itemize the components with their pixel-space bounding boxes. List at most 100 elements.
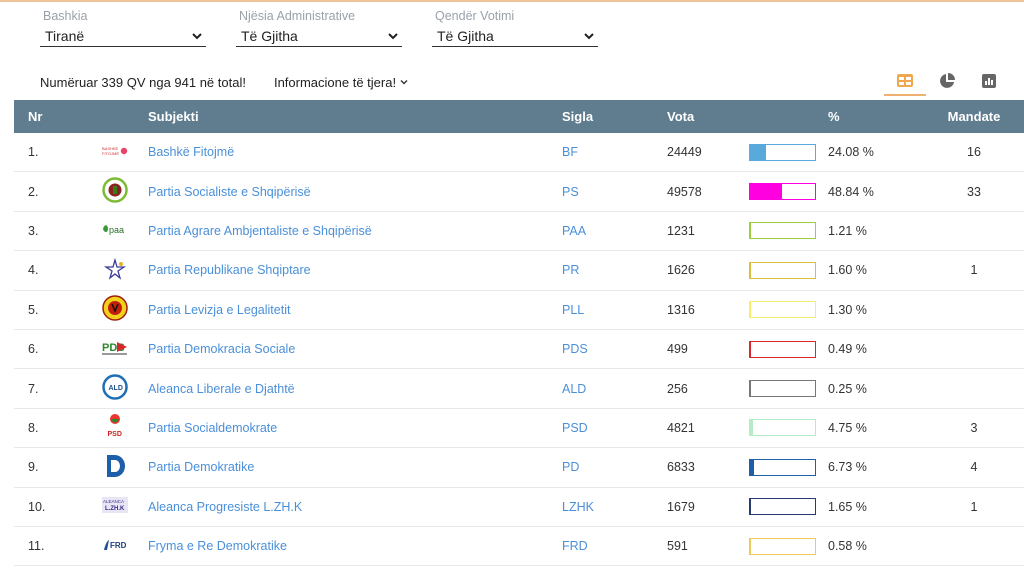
vote-share-fill <box>750 499 752 515</box>
party-logo-icon <box>103 257 127 280</box>
party-name-link[interactable]: Partia Republikane Shqiptare <box>148 263 562 277</box>
vote-percent: 1.60 % <box>828 263 867 278</box>
vote-share-bar <box>749 183 816 201</box>
pie-chart-icon <box>940 73 955 88</box>
vote-percent: 0.25 % <box>828 381 867 396</box>
party-sigla-link[interactable]: PS <box>562 185 667 199</box>
party-sigla-link[interactable]: ALD <box>562 382 667 396</box>
party-logo-icon <box>107 454 125 477</box>
table-row: 10. ALEANCA L.ZH.K Aleanca Progresiste L.… <box>14 488 1024 527</box>
filter-qender: Qendër Votimi Të Gjitha <box>432 8 598 47</box>
party-sigla-link[interactable]: PD <box>562 460 667 474</box>
party-logo-icon: ALD <box>102 374 128 400</box>
row-number: 8. <box>28 420 39 435</box>
vote-share-bar <box>749 458 816 476</box>
chevron-down-icon <box>192 32 202 39</box>
pie-view-button[interactable] <box>926 66 968 96</box>
table-row: 8. PSD Partia Socialdemokrate PSD 4821 4… <box>14 409 1024 449</box>
row-number: 10. <box>28 499 46 514</box>
chevron-down-icon <box>388 32 398 39</box>
party-name-link[interactable]: Aleanca Progresiste L.ZH.K <box>148 500 562 514</box>
view-switcher <box>884 66 1010 96</box>
party-sigla-link[interactable]: PSD <box>562 421 667 435</box>
filter-bar: Bashkia Tiranë Njësia Administrative Të … <box>40 8 598 47</box>
bar-chart-icon <box>982 74 996 88</box>
row-number: 7. <box>28 381 39 396</box>
bashkia-select[interactable]: Tiranë <box>40 25 206 47</box>
party-name-link[interactable]: Partia Socialiste e Shqipërisë <box>148 185 562 199</box>
party-sigla-link[interactable]: FRD <box>562 539 667 553</box>
vote-share-bar-cell <box>749 419 828 437</box>
vote-count: 6833 <box>667 460 695 475</box>
filter-label: Njësia Administrative <box>239 9 356 23</box>
vote-share-fill <box>750 459 755 475</box>
party-sigla-link[interactable]: PDS <box>562 342 667 356</box>
vote-count: 591 <box>667 539 688 554</box>
mandate-count: 4 <box>970 460 978 475</box>
vote-share-bar-cell <box>749 380 828 398</box>
party-logo <box>82 295 148 324</box>
vote-share-bar <box>749 340 816 358</box>
header-sigla: Sigla <box>562 109 594 124</box>
party-name-link[interactable]: Aleanca Liberale e Djathtë <box>148 382 562 396</box>
table-row: 4. Partia Republikane Shqiptare PR 1626 … <box>14 251 1024 291</box>
vote-share-bar <box>749 301 816 319</box>
bar-view-button[interactable] <box>968 66 1010 96</box>
vote-share-bar-cell <box>749 458 828 476</box>
party-name-link[interactable]: Fryma e Re Demokratike <box>148 539 562 553</box>
vote-share-bar-cell <box>749 143 828 161</box>
vote-share-bar <box>749 222 816 240</box>
party-logo: PSD <box>82 412 148 443</box>
info-bar: Numëruar 339 QV nga 941 në total! Inform… <box>40 72 1010 96</box>
njesia-select[interactable]: Të Gjitha <box>236 25 402 47</box>
vote-share-bar <box>749 380 816 398</box>
vote-share-bar <box>749 143 816 161</box>
vote-percent: 1.65 % <box>828 499 867 514</box>
more-info-dropdown[interactable]: Informacione të tjera! <box>274 75 408 90</box>
party-logo <box>82 453 148 482</box>
party-logo: paa <box>82 222 148 239</box>
vote-share-bar <box>749 419 816 437</box>
party-name-link[interactable]: Partia Agrare Ambjentaliste e Shqipërisë <box>148 224 562 238</box>
party-name-link[interactable]: Partia Demokratike <box>148 460 562 474</box>
party-logo <box>82 177 148 206</box>
qender-select[interactable]: Të Gjitha <box>432 25 598 47</box>
vote-percent: 1.30 % <box>828 302 867 317</box>
row-number: 2. <box>28 184 39 199</box>
party-sigla-link[interactable]: LZHK <box>562 500 667 514</box>
counted-status: Numëruar 339 QV nga 941 në total! <box>40 74 246 90</box>
party-sigla-link[interactable]: PLL <box>562 303 667 317</box>
vote-share-bar-cell <box>749 261 828 279</box>
vote-count: 24449 <box>667 145 702 160</box>
table-body: 1. BASHKË FITOJMË Bashkë Fitojmë BF 24449… <box>14 133 1024 567</box>
header-mandate: Mandate <box>947 109 1001 124</box>
party-sigla-link[interactable]: PAA <box>562 224 667 238</box>
party-name-link[interactable]: Partia Socialdemokrate <box>148 421 562 435</box>
filter-bashkia: Bashkia Tiranë <box>40 8 206 47</box>
vote-percent: 4.75 % <box>828 420 867 435</box>
vote-count: 1626 <box>667 263 695 278</box>
table-row: 1. BASHKË FITOJMË Bashkë Fitojmë BF 24449… <box>14 133 1024 173</box>
party-name-link[interactable]: Bashkë Fitojmë <box>148 145 562 159</box>
party-logo: ALEANCA L.ZH.K <box>82 495 148 518</box>
chevron-down-icon <box>584 32 594 39</box>
vote-count: 256 <box>667 381 688 396</box>
party-logo-icon: PDS <box>102 341 127 355</box>
party-sigla-link[interactable]: PR <box>562 263 667 277</box>
party-name-link[interactable]: Partia Levizja e Legalitetit <box>148 303 562 317</box>
vote-share-bar <box>749 261 816 279</box>
table-row: 5. Partia Levizja e Legalitetit PLL 1316… <box>14 291 1024 330</box>
party-logo: PDS <box>82 339 148 360</box>
party-sigla-link[interactable]: BF <box>562 145 667 159</box>
results-table: Nr Subjekti Sigla Vota % Mandate 1. BASH… <box>14 100 1024 567</box>
vote-share-bar-cell <box>749 301 828 319</box>
vote-share-bar-cell <box>749 340 828 358</box>
party-logo: ALD <box>82 374 148 403</box>
table-view-button[interactable] <box>884 66 926 96</box>
vote-share-bar-cell <box>749 498 828 516</box>
party-name-link[interactable]: Partia Demokracia Sociale <box>148 342 562 356</box>
row-number: 6. <box>28 342 39 357</box>
vote-share-bar-cell <box>749 183 828 201</box>
mandate-count: 16 <box>967 145 981 160</box>
filter-njesia: Njësia Administrative Të Gjitha <box>236 8 402 47</box>
